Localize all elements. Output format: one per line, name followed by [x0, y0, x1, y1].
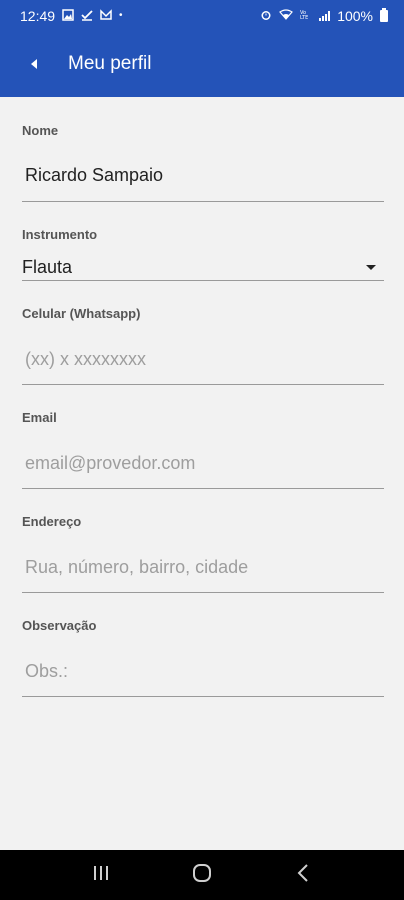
page-title: Meu perfil [68, 53, 152, 74]
instrumento-label: Instrumento [22, 227, 98, 242]
status-right: Vo LTE 100% [260, 7, 388, 24]
nav-back-button[interactable] [273, 850, 333, 900]
check-icon [81, 9, 93, 23]
battery-icon [380, 7, 388, 22]
celular-field[interactable]: (xx) x xxxxxxxx [25, 349, 146, 370]
battery-text: 100% [337, 7, 373, 24]
wifi-icon [279, 9, 294, 22]
email-label: Email [22, 410, 57, 425]
recents-button[interactable] [71, 850, 131, 900]
endereco-field[interactable]: Rua, número, bairro, cidade [25, 557, 248, 578]
chevron-down-icon[interactable] [366, 265, 376, 270]
signal-icon [319, 10, 331, 21]
dot-icon: • [119, 10, 123, 21]
back-arrow-icon [29, 58, 39, 70]
email-field[interactable]: email@provedor.com [25, 453, 195, 474]
volte-icon: Vo LTE [300, 9, 312, 22]
status-left: 12:49 • [20, 8, 123, 24]
instrumento-underline [22, 280, 384, 281]
home-icon [192, 863, 212, 888]
mail-icon [100, 8, 112, 23]
alarm-icon [260, 9, 272, 23]
celular-label: Celular (Whatsapp) [22, 306, 141, 321]
observacao-field[interactable]: Obs.: [25, 661, 68, 682]
endereco-label: Endereço [22, 514, 82, 529]
nome-field[interactable]: Ricardo Sampaio [25, 165, 163, 186]
observacao-underline [22, 696, 384, 697]
nome-underline [22, 201, 384, 202]
image-icon [62, 8, 74, 23]
svg-text:LTE: LTE [300, 15, 308, 20]
system-nav-bar [0, 850, 404, 900]
home-button[interactable] [172, 850, 232, 900]
email-underline [22, 488, 384, 489]
status-time: 12:49 [20, 7, 56, 24]
recents-icon [92, 865, 110, 886]
status-bar: 12:49 • Vo LTE 100% [0, 0, 404, 31]
app-bar: Meu perfil [0, 31, 404, 97]
nome-label: Nome [22, 123, 59, 138]
endereco-underline [22, 592, 384, 593]
instrumento-select[interactable]: Flauta [22, 257, 72, 278]
back-icon [297, 863, 309, 887]
back-button[interactable] [10, 40, 58, 88]
observacao-label: Observação [22, 618, 97, 633]
celular-underline [22, 384, 384, 385]
